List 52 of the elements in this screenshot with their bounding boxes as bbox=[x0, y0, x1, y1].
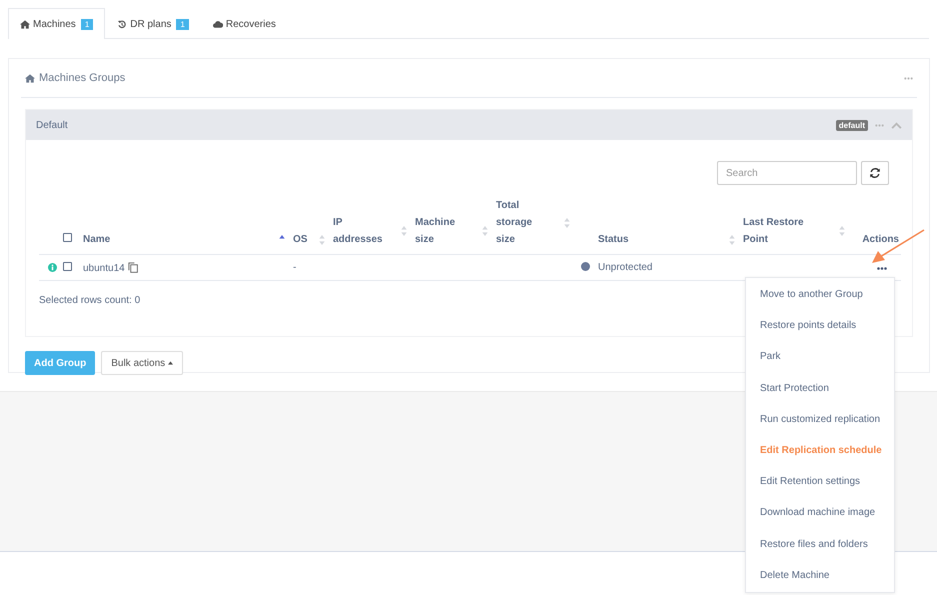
count-badge: 1 bbox=[80, 18, 94, 30]
column-header[interactable]: Actions bbox=[862, 231, 899, 248]
default-tag: default bbox=[836, 120, 868, 130]
menu-item[interactable]: Restore points details bbox=[746, 310, 894, 342]
sort-icon[interactable] bbox=[401, 226, 407, 236]
group-name: Default bbox=[36, 120, 69, 130]
table-cell: - bbox=[293, 262, 296, 273]
menu-item[interactable]: Download machine image bbox=[746, 497, 894, 528]
column-header[interactable]: IP addresses bbox=[333, 214, 388, 248]
home-icon bbox=[20, 20, 30, 28]
refresh-button[interactable] bbox=[861, 161, 889, 185]
column-header[interactable]: Status bbox=[598, 231, 629, 248]
refresh-icon bbox=[869, 167, 881, 179]
search-field[interactable]: Search bbox=[717, 161, 857, 185]
column-header[interactable]: OS bbox=[293, 231, 308, 248]
machine-name: ubuntu14 bbox=[83, 262, 125, 274]
column-header[interactable]: Last Restore Point bbox=[743, 214, 818, 248]
sort-icon[interactable] bbox=[482, 226, 488, 236]
menu-item[interactable]: Move to another Group bbox=[746, 279, 894, 310]
status-text: Unprotected bbox=[598, 262, 652, 273]
tab[interactable]: Machines 1 bbox=[8, 8, 106, 39]
select-all-checkbox[interactable] bbox=[63, 233, 72, 242]
collapse-icon[interactable] bbox=[891, 122, 902, 128]
count-badge: 1 bbox=[176, 18, 189, 30]
group-header[interactable]: Default default bbox=[26, 110, 912, 140]
home-icon bbox=[25, 74, 35, 82]
menu-item[interactable]: Start Protection bbox=[746, 372, 894, 404]
sort-icon[interactable] bbox=[319, 234, 325, 244]
panel-title: Machines Groups bbox=[39, 72, 126, 84]
cloud-icon bbox=[212, 20, 223, 28]
selected-rows-count: Selected rows count: 0 bbox=[39, 295, 142, 306]
copy-icon[interactable] bbox=[128, 262, 138, 272]
history-icon bbox=[117, 20, 128, 28]
column-header[interactable]: Machine size bbox=[415, 214, 470, 248]
sort-icon[interactable] bbox=[564, 218, 570, 228]
column-header[interactable]: Name bbox=[83, 231, 110, 248]
sort-icon[interactable] bbox=[729, 234, 735, 244]
sort-icon[interactable] bbox=[839, 226, 845, 236]
menu-item[interactable]: Run customized replication bbox=[746, 404, 894, 435]
menu-item[interactable]: Delete Machine bbox=[746, 560, 894, 591]
bulk-actions-button[interactable]: Bulk actions bbox=[101, 351, 184, 375]
more-icon[interactable] bbox=[877, 267, 887, 270]
info-icon[interactable] bbox=[48, 263, 57, 272]
tab[interactable]: Recoveries bbox=[200, 8, 288, 39]
status-dot bbox=[581, 262, 590, 270]
tab[interactable]: DR plans 1 bbox=[105, 8, 201, 39]
menu-item[interactable]: Restore files and folders bbox=[746, 528, 894, 560]
row-checkbox[interactable] bbox=[63, 262, 72, 270]
menu-item[interactable]: Edit Retention settings bbox=[746, 466, 894, 498]
menu-item[interactable]: Park bbox=[746, 341, 894, 373]
caret-icon bbox=[168, 361, 174, 365]
column-header[interactable]: Total storage size bbox=[496, 197, 541, 248]
